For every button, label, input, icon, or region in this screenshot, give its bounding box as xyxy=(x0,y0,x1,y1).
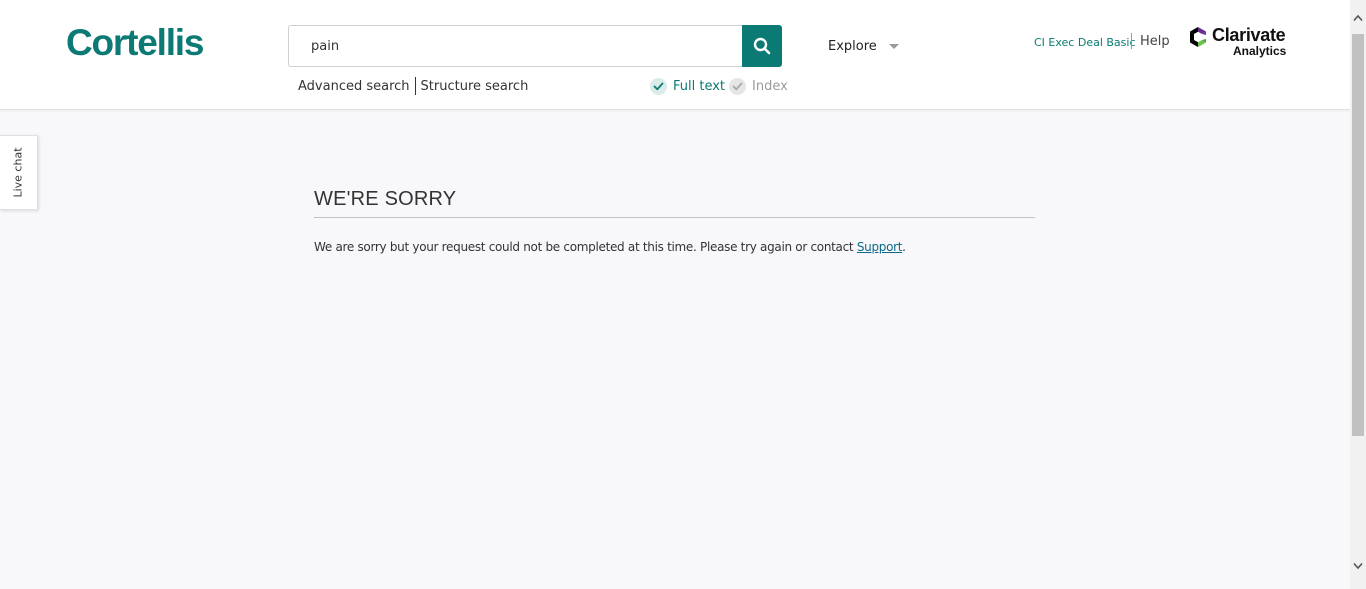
cortellis-logo[interactable]: Cortellis xyxy=(66,22,204,64)
structure-search-link[interactable]: Structure search xyxy=(421,79,529,94)
link-divider xyxy=(414,77,416,95)
check-icon xyxy=(729,78,746,95)
explore-menu[interactable]: Explore xyxy=(828,39,899,54)
full-text-label: Full text xyxy=(673,79,726,94)
error-message-suffix: . xyxy=(902,240,906,254)
index-option[interactable]: Index xyxy=(729,78,788,95)
advanced-search-link[interactable]: Advanced search xyxy=(298,79,410,94)
error-message-text: We are sorry but your request could not … xyxy=(314,240,857,254)
header-divider xyxy=(1131,33,1132,49)
title-divider xyxy=(314,217,1035,218)
top-header: Cortellis Advanced search Structure sear… xyxy=(0,0,1350,110)
brand-name: Clarivate xyxy=(1212,25,1286,45)
error-message: We are sorry but your request could not … xyxy=(314,240,906,254)
index-label: Index xyxy=(752,79,788,94)
vertical-scrollbar[interactable] xyxy=(1350,0,1366,589)
clarivate-mark-icon xyxy=(1190,27,1206,47)
search-input[interactable] xyxy=(288,25,743,67)
live-chat-label: Live chat xyxy=(12,147,26,198)
search-icon xyxy=(753,37,771,55)
clarivate-logo[interactable]: Clarivate Analytics xyxy=(1188,26,1286,57)
brand-sub: Analytics xyxy=(1233,44,1287,58)
user-account-link[interactable]: CI Exec Deal Basic xyxy=(1034,36,1136,49)
scroll-down-icon[interactable] xyxy=(1353,562,1363,570)
scroll-up-icon[interactable] xyxy=(1353,14,1363,22)
scrollbar-thumb[interactable] xyxy=(1352,34,1364,436)
support-link[interactable]: Support xyxy=(857,240,903,254)
search-links: Advanced search Structure search xyxy=(298,77,528,95)
full-text-option[interactable]: Full text xyxy=(650,78,725,95)
live-chat-tab[interactable]: Live chat xyxy=(0,135,38,210)
check-icon xyxy=(650,78,667,95)
search-button[interactable] xyxy=(742,25,782,67)
explore-label: Explore xyxy=(828,39,877,54)
error-title: WE'RE SORRY xyxy=(314,188,457,210)
help-link[interactable]: Help xyxy=(1140,34,1170,49)
chevron-down-icon xyxy=(888,44,899,49)
